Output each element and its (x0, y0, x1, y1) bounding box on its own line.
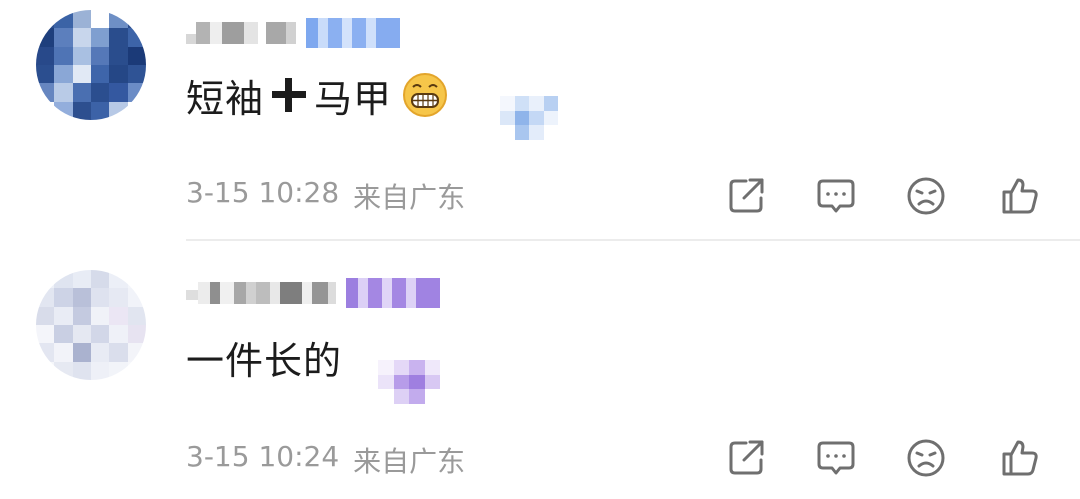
blurred-sticker (378, 360, 440, 404)
comment-item: 一件长的 3-15 10:24 来自广东 (0, 240, 1080, 499)
comment-item: 短袖 马甲 3-15 10:28 来自广东 (0, 0, 1080, 240)
reply-button[interactable] (814, 436, 858, 480)
location: 来自广东 (353, 445, 466, 478)
level-badge (306, 18, 400, 48)
plus-icon (272, 78, 307, 112)
username[interactable] (186, 276, 440, 310)
comment-icon (817, 179, 855, 213)
timestamp: 3-15 10:28 (186, 176, 340, 209)
comment-text: 一件长的 (186, 332, 343, 383)
level-badge (346, 278, 440, 308)
action-bar (720, 436, 1060, 480)
action-bar (720, 174, 1060, 218)
dislike-icon (907, 439, 945, 477)
share-icon (729, 178, 764, 213)
avatar[interactable] (36, 10, 146, 120)
comment-text-part: 短袖 (186, 76, 265, 121)
username-blurred (186, 16, 296, 50)
dislike-button[interactable] (904, 436, 948, 480)
like-icon (1002, 178, 1038, 214)
username-blurred (186, 276, 336, 310)
share-button[interactable] (724, 174, 768, 218)
blurred-sticker (500, 96, 558, 140)
comment-meta: 3-15 10:24 来自广东 (186, 440, 465, 480)
share-button[interactable] (724, 436, 768, 480)
avatar[interactable] (36, 270, 146, 380)
comment-text-part: 一件长的 (186, 338, 343, 383)
timestamp: 3-15 10:24 (186, 440, 340, 473)
dislike-button[interactable] (904, 174, 948, 218)
location: 来自广东 (353, 181, 466, 214)
dislike-icon (907, 177, 945, 215)
like-button[interactable] (998, 174, 1042, 218)
reply-button[interactable] (814, 174, 858, 218)
grinning-face-emoji (403, 73, 448, 117)
comment-meta: 3-15 10:28 来自广东 (186, 176, 465, 216)
comment-icon (817, 441, 855, 475)
share-icon (729, 440, 764, 475)
comment-text: 短袖 马甲 (186, 70, 448, 121)
like-icon (1002, 440, 1038, 476)
comment-text-part: 马甲 (314, 76, 393, 121)
username[interactable] (186, 16, 400, 50)
like-button[interactable] (998, 436, 1042, 480)
